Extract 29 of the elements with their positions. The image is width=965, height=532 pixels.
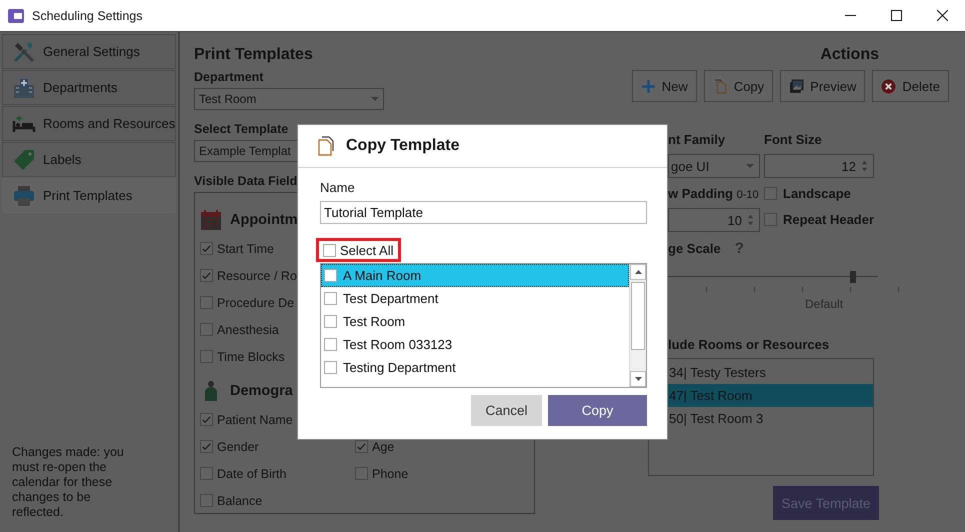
field-label: Date of Birth [217, 466, 286, 480]
field-label: Resource / Ro [217, 268, 297, 282]
fields-label: Visible Data Field [194, 174, 298, 188]
field-label: Patient Name [217, 412, 293, 426]
option-label: Landscape [783, 186, 851, 200]
row-padding-label: w Padding [668, 186, 733, 201]
field-label: Procedure De [217, 296, 294, 310]
window-title: Scheduling Settings [32, 8, 144, 22]
field-label: Phone [372, 466, 408, 480]
field-label: Start Time [217, 242, 274, 256]
department-label: Department [194, 70, 264, 84]
range-hint: 0-10 [736, 189, 759, 201]
option-label: Repeat Header [783, 212, 874, 226]
name-label: Name [320, 180, 356, 195]
field-label: Time Blocks [217, 350, 285, 364]
page-scale-label: ge Scale [668, 241, 721, 256]
changes-note: Changes made: you must re-open the calendar for these changes to be reflected. [11, 445, 125, 521]
include-label: lude Rooms or Resources [668, 337, 830, 352]
font-size-label: Font Size [764, 132, 823, 149]
template-label: Select Template [194, 122, 288, 136]
field-label: Gender [217, 440, 259, 454]
group-title: Demogra [230, 383, 293, 399]
section-heading: Print Templates [194, 46, 314, 64]
field-label: Balance [217, 494, 262, 508]
group-title: Appointm [230, 212, 298, 228]
field-label: Anesthesia [217, 322, 279, 336]
font-family-label: nt Family [668, 132, 726, 149]
field-label: Age [372, 440, 394, 454]
actions-heading: Actions [820, 46, 879, 64]
